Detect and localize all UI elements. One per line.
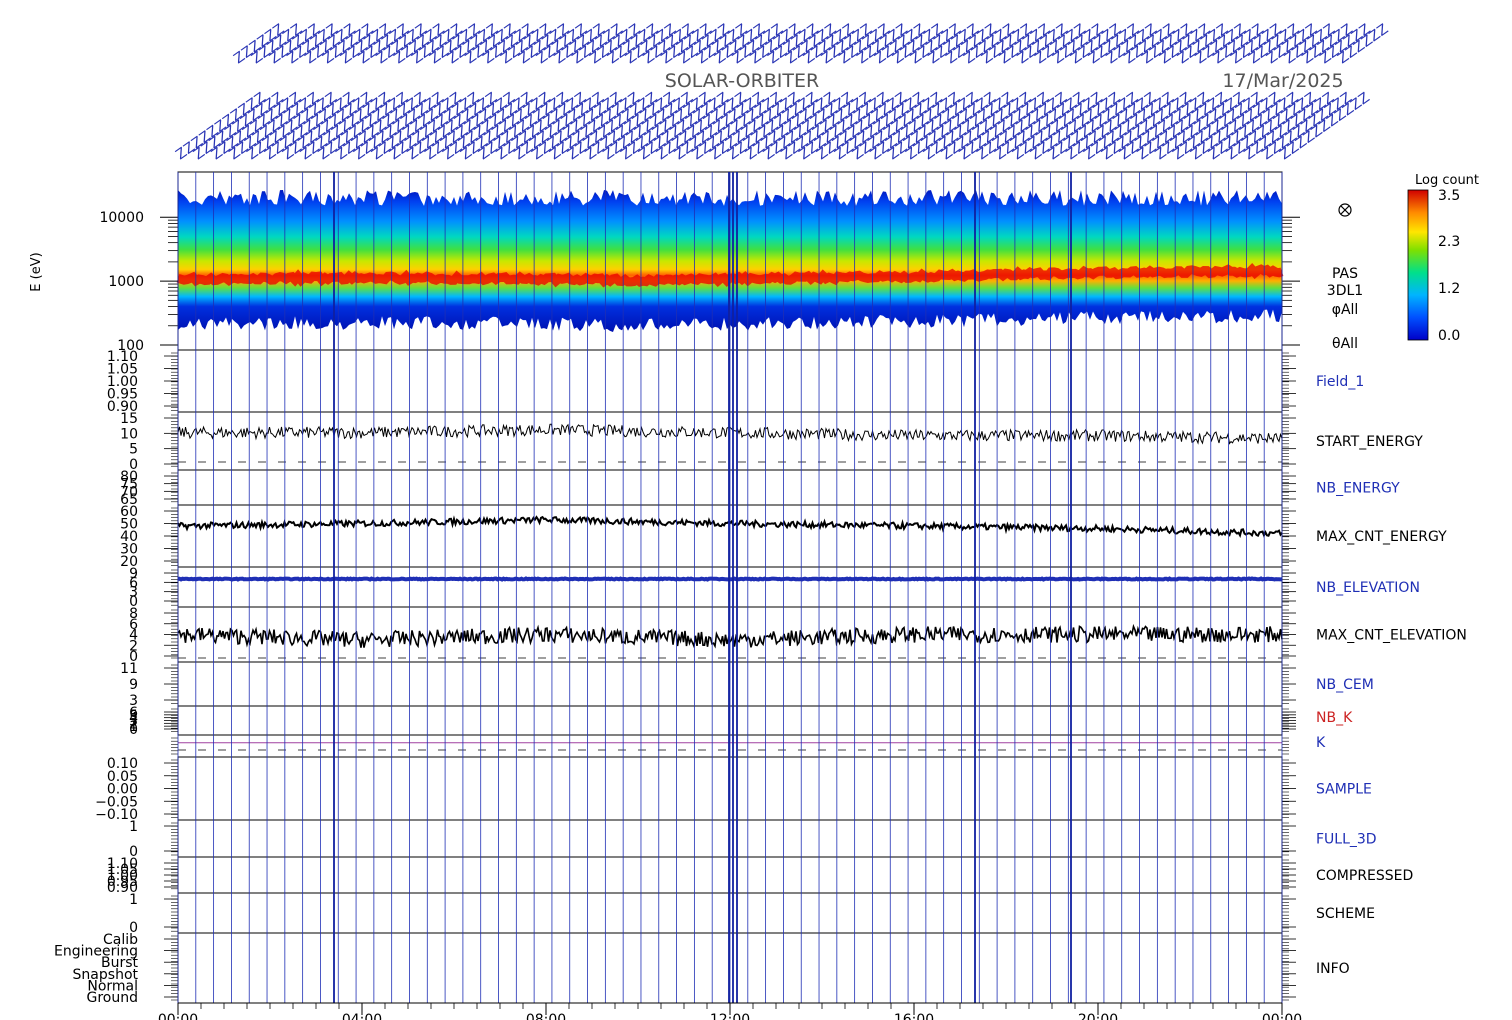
panel-info: CalibEngineeringBurstSnapshotNormalGroun… bbox=[54, 932, 1350, 1006]
date-title: 17/Mar/2025 bbox=[1222, 70, 1343, 92]
panel-label: START_ENERGY bbox=[1316, 434, 1423, 450]
colorbar-title: Log count bbox=[1415, 173, 1479, 188]
x-tick-label: 04:00 bbox=[342, 1012, 382, 1020]
pas-overview-plot: SOLAR-ORBITER 17/Mar/2025 ZZZZZZZZZZZZZZ… bbox=[29, 21, 1479, 1020]
panel-scheme: 10SCHEME bbox=[129, 892, 1375, 936]
panel-k: K bbox=[171, 735, 1326, 755]
colorbar-tick: 0.0 bbox=[1438, 328, 1460, 344]
panel-label: INFO bbox=[1316, 961, 1350, 977]
panel-label: FULL_3D bbox=[1316, 832, 1377, 848]
x-tick-label: 08:00 bbox=[526, 1012, 566, 1020]
panel-label: NB_K bbox=[1316, 710, 1353, 726]
colorbar-tick: 1.2 bbox=[1438, 281, 1460, 297]
parameter-panels: 1.101.051.000.950.90Field_1151050START_E… bbox=[54, 349, 1467, 1006]
panel-nb-energy: 80757065NB_ENERGY bbox=[120, 469, 1400, 508]
panel-nb-elevation: 9630NB_ELEVATION bbox=[129, 566, 1420, 610]
mission-title: SOLAR-ORBITER bbox=[665, 70, 819, 92]
panel-tick-label: Ground bbox=[87, 990, 139, 1006]
panel-label: MAX_CNT_ENERGY bbox=[1316, 529, 1447, 545]
x-tick-label: 12:00 bbox=[710, 1012, 750, 1020]
panel-label: NB_ELEVATION bbox=[1316, 580, 1420, 596]
3dl1-label: 3DL1 bbox=[1327, 283, 1363, 299]
colorbar-tick: 2.3 bbox=[1438, 234, 1460, 250]
panel-start-energy: 151050START_ENERGY bbox=[120, 411, 1423, 473]
panel-tick-label: 1 bbox=[129, 892, 138, 908]
panel-nb-cem: 1193NB_CEM bbox=[120, 661, 1374, 709]
panel-field-1: 1.101.051.000.950.90Field_1 bbox=[107, 349, 1364, 415]
panel-tick-label: 10 bbox=[120, 426, 138, 442]
panel-tick-label: 0 bbox=[129, 722, 138, 738]
x-tick-label: 00:00 bbox=[158, 1012, 198, 1020]
colorbar-scale bbox=[1407, 189, 1429, 341]
panel-tick-label: 9 bbox=[129, 677, 138, 693]
panel-full-3d: 10FULL_3D bbox=[129, 819, 1377, 860]
panel-tick-label: 1 bbox=[129, 819, 138, 835]
x-tick-label: 20:00 bbox=[1078, 1012, 1118, 1020]
theta-label: θAll bbox=[1332, 336, 1358, 352]
panel-label: MAX_CNT_ELEVATION bbox=[1316, 628, 1467, 644]
panel-label: K bbox=[1316, 735, 1326, 751]
phi-label: φAll bbox=[1332, 302, 1359, 318]
x-tick-label: 16:00 bbox=[894, 1012, 934, 1020]
energy-axis-label: E (eV) bbox=[29, 252, 44, 291]
cross-circle-icon bbox=[1338, 203, 1352, 217]
time-axis: 00:00 04:00 08:00 12:00 16:00 20:00 00:00 bbox=[158, 1002, 1302, 1020]
panel-label: Field_1 bbox=[1316, 374, 1364, 390]
panel-label: NB_CEM bbox=[1316, 677, 1374, 693]
pas-label: PAS bbox=[1332, 266, 1358, 282]
panel-label: NB_ENERGY bbox=[1316, 481, 1400, 497]
energy-tick-label: 1000 bbox=[108, 274, 144, 290]
panel-label: SAMPLE bbox=[1316, 782, 1372, 798]
panel-label: SCHEME bbox=[1316, 906, 1375, 922]
x-tick-label: 00:00 bbox=[1262, 1012, 1302, 1020]
energy-tick-label: 10000 bbox=[99, 210, 144, 226]
panel-tick-label: 5 bbox=[129, 442, 138, 458]
panel-tick-label: 11 bbox=[120, 661, 138, 677]
panel-tick-label: 15 bbox=[120, 411, 138, 427]
colorbar: Log count 3.5 2.3 1.2 0.0 bbox=[1407, 173, 1479, 344]
panel-nb-k: 6543210NB_K bbox=[129, 705, 1353, 738]
panel-label: COMPRESSED bbox=[1316, 868, 1413, 884]
colorbar-tick: 3.5 bbox=[1438, 188, 1460, 204]
annotation-label-group: ZZZZZZZZZZZZZZZZZZZZZZZZZZZZZZZZZZZZZZZZ… bbox=[173, 21, 1391, 163]
